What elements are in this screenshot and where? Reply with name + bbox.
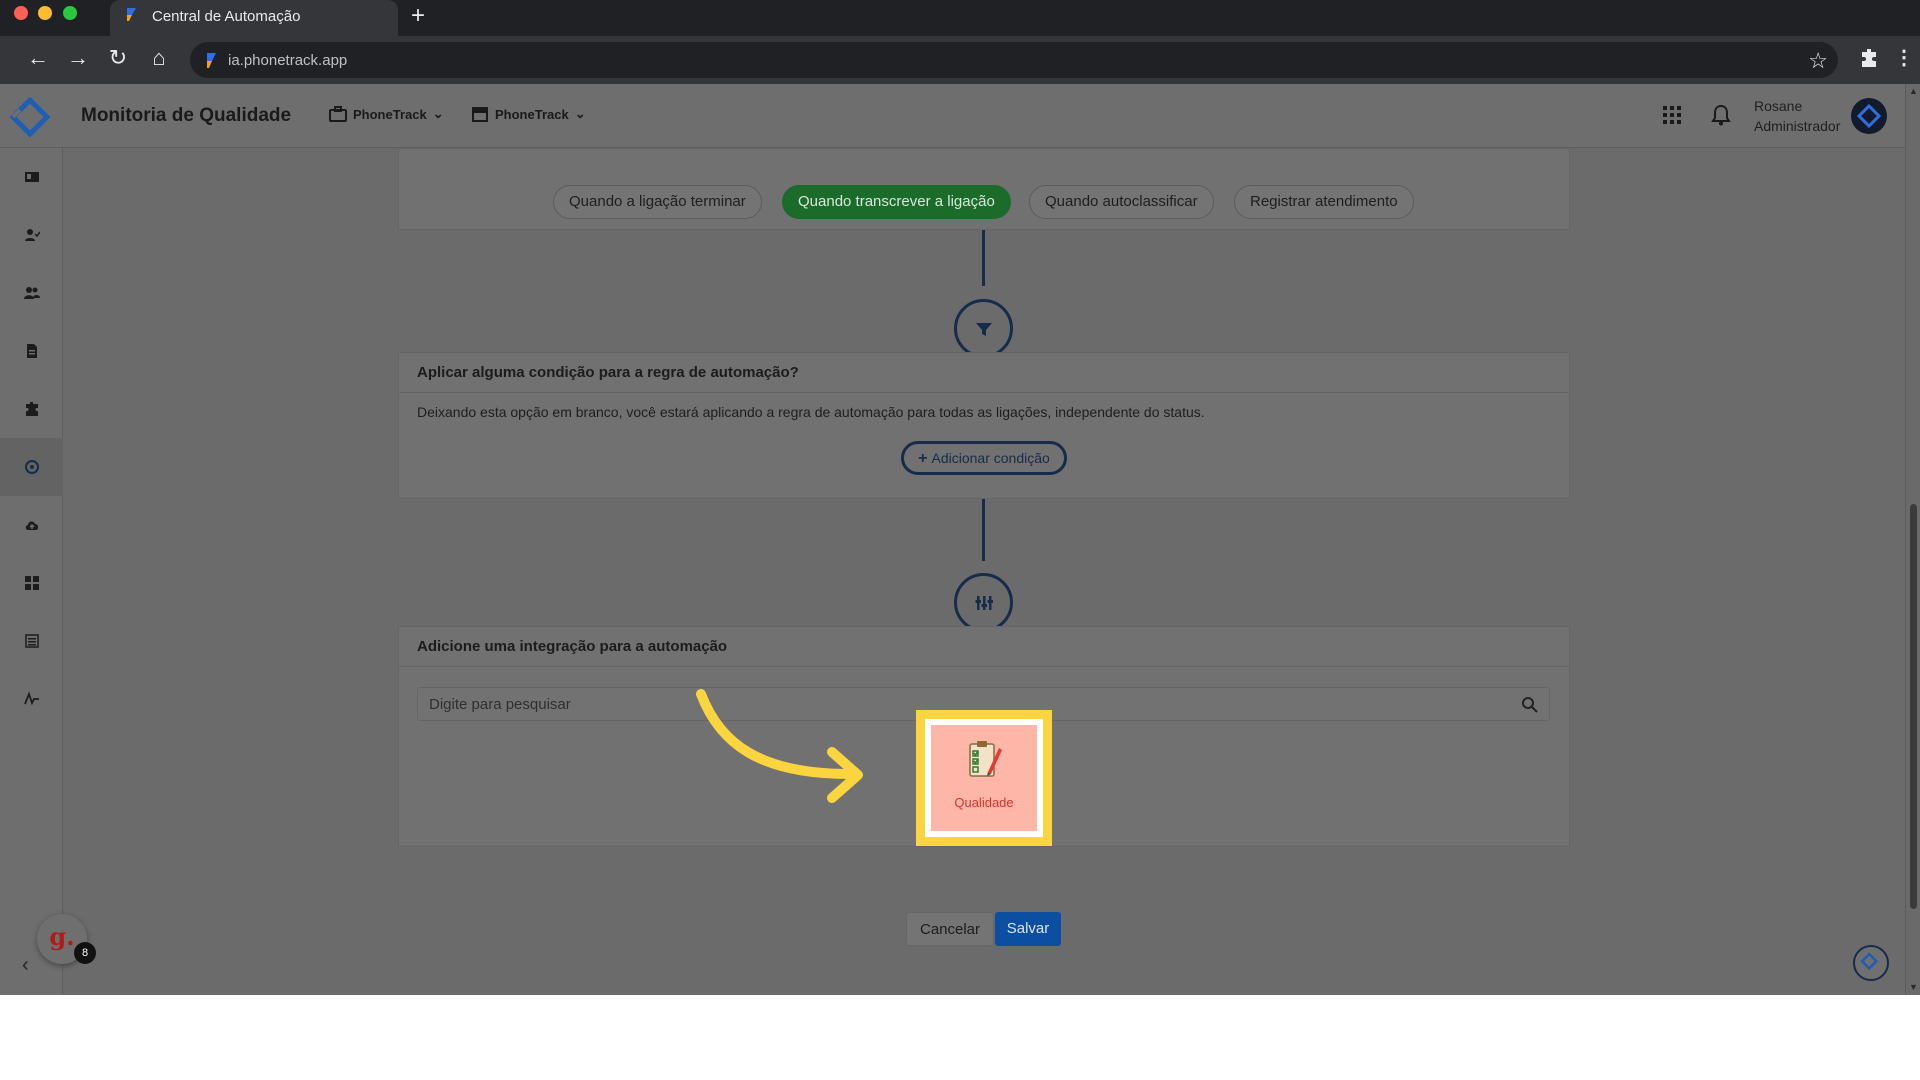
plus-icon: + <box>918 450 928 467</box>
notification-count-badge: 8 <box>74 942 96 964</box>
tab-trigger-call-transcribed[interactable]: Quando transcrever a ligação <box>782 185 1011 219</box>
browser-tab[interactable]: Central de Automação <box>110 0 398 36</box>
chevron-down-icon: ⌄ <box>432 106 444 121</box>
site-favicon-icon <box>207 53 216 68</box>
browser-menu-icon[interactable]: ⋮ <box>1894 44 1914 72</box>
cancel-button[interactable]: Cancelar <box>906 912 994 946</box>
pointer-arrow-icon <box>696 689 863 803</box>
integration-highlight: Qualidade <box>916 710 1052 846</box>
user-role: Administrador <box>1754 118 1841 134</box>
tab-title: Central de Automação <box>152 8 301 25</box>
address-bar[interactable]: ia.phonetrack.app ☆ <box>190 42 1838 78</box>
new-tab-button[interactable]: + <box>406 2 430 30</box>
list-icon <box>24 634 39 648</box>
sidebar-item-id-card[interactable] <box>0 148 63 206</box>
id-card-icon <box>24 172 39 182</box>
add-condition-label: Adicionar condição <box>931 450 1050 466</box>
apps-icon <box>24 576 39 590</box>
integration-sliders-icon <box>975 595 993 610</box>
help-chat-button[interactable] <box>1853 945 1889 981</box>
bell-icon[interactable] <box>1711 104 1731 126</box>
filter-node <box>954 299 1013 358</box>
tab-trigger-autoclassify[interactable]: Quando autoclassificar <box>1029 185 1214 219</box>
forward-icon[interactable]: → <box>64 44 92 72</box>
integration-item-qualidade[interactable]: Qualidade <box>931 725 1037 831</box>
maximize-window-button[interactable] <box>63 6 77 20</box>
puzzle-icon <box>25 402 38 416</box>
close-window-button[interactable] <box>14 6 28 20</box>
chat-logo-icon <box>1860 952 1879 971</box>
save-button[interactable]: Salvar <box>995 912 1061 946</box>
phonetrack-favicon-icon <box>127 8 136 21</box>
scroll-down-icon[interactable]: ▼ <box>1909 982 1918 992</box>
integration-title: Adicione uma integração para a automação <box>399 627 1569 667</box>
cloud-upload-icon <box>25 521 38 530</box>
tab-trigger-register-service[interactable]: Registrar atendimento <box>1234 185 1414 219</box>
sidebar <box>0 148 63 995</box>
scroll-up-icon[interactable]: ▲ <box>1909 86 1918 96</box>
browser-toolbar: ← → ↻ ⌂ ia.phonetrack.app ☆ ⋮ <box>0 36 1920 84</box>
document-icon <box>26 344 37 358</box>
home-icon[interactable]: ⌂ <box>145 44 173 72</box>
sidebar-item-integrations[interactable] <box>0 380 63 438</box>
scroll-thumb[interactable] <box>1910 504 1917 909</box>
sidebar-item-cloud[interactable] <box>0 496 63 554</box>
app-container: Monitoria de Qualidade PhoneTrack ⌄ Phon… <box>0 84 1920 995</box>
search-placeholder: Digite para pesquisar <box>429 696 571 713</box>
apps-grid-icon[interactable] <box>1663 106 1681 124</box>
avatar[interactable] <box>1851 98 1887 134</box>
back-icon[interactable]: ← <box>24 44 52 72</box>
chevron-down-icon: ⌄ <box>574 106 586 121</box>
avatar-logo-icon <box>1856 103 1882 129</box>
sidebar-item-users[interactable] <box>0 264 63 322</box>
store-selector[interactable]: PhoneTrack ⌄ <box>471 106 586 122</box>
users-icon <box>23 287 40 299</box>
sidebar-item-signature[interactable] <box>0 670 63 728</box>
page-title: Monitoria de Qualidade <box>81 105 292 126</box>
flow-connector <box>982 499 985 561</box>
user-name: Rosane <box>1754 98 1803 114</box>
sidebar-item-documents[interactable] <box>0 322 63 380</box>
condition-description: Deixando esta opção em branco, você esta… <box>417 404 1205 420</box>
browser-tabbar: Central de Automação + <box>0 0 1920 36</box>
store-icon <box>472 107 488 122</box>
condition-card: Aplicar alguma condição para a regra de … <box>398 352 1570 499</box>
search-icon[interactable] <box>1521 696 1539 714</box>
company-selector[interactable]: PhoneTrack ⌄ <box>329 106 444 122</box>
quality-checklist-icon <box>969 741 1002 777</box>
browser-window: Central de Automação + ← → ↻ ⌂ ia.phonet… <box>0 0 1920 995</box>
store-name: PhoneTrack <box>495 106 569 122</box>
collapse-sidebar-icon[interactable]: ‹ <box>22 954 29 977</box>
sidebar-item-list[interactable] <box>0 612 63 670</box>
automation-icon <box>24 460 39 474</box>
integration-label: Qualidade <box>954 795 1014 810</box>
filter-icon <box>975 322 992 336</box>
reload-icon[interactable]: ↻ <box>104 44 132 72</box>
page-scrollbar[interactable]: ▲ ▼ <box>1905 84 1920 995</box>
flow-connector <box>982 230 985 286</box>
sidebar-item-user-check[interactable] <box>0 206 63 264</box>
signature-icon <box>23 691 39 706</box>
briefcase-icon <box>329 106 347 122</box>
app-header: Monitoria de Qualidade PhoneTrack ⌄ Phon… <box>0 84 1905 148</box>
phonetrack-logo-icon[interactable] <box>10 97 50 137</box>
tab-trigger-call-ended[interactable]: Quando a ligação terminar <box>553 185 762 219</box>
url-text: ia.phonetrack.app <box>228 52 348 69</box>
condition-title: Aplicar alguma condição para a regra de … <box>399 353 1569 393</box>
extensions-icon[interactable] <box>1858 46 1882 70</box>
sidebar-item-automation[interactable] <box>0 438 63 496</box>
minimize-window-button[interactable] <box>38 6 52 20</box>
company-name: PhoneTrack <box>353 106 427 122</box>
sidebar-item-apps[interactable] <box>0 554 63 612</box>
user-check-icon <box>24 229 40 241</box>
bookmark-star-icon[interactable]: ☆ <box>1808 48 1828 74</box>
integration-node <box>954 573 1013 632</box>
add-condition-button[interactable]: + Adicionar condição <box>901 441 1067 475</box>
